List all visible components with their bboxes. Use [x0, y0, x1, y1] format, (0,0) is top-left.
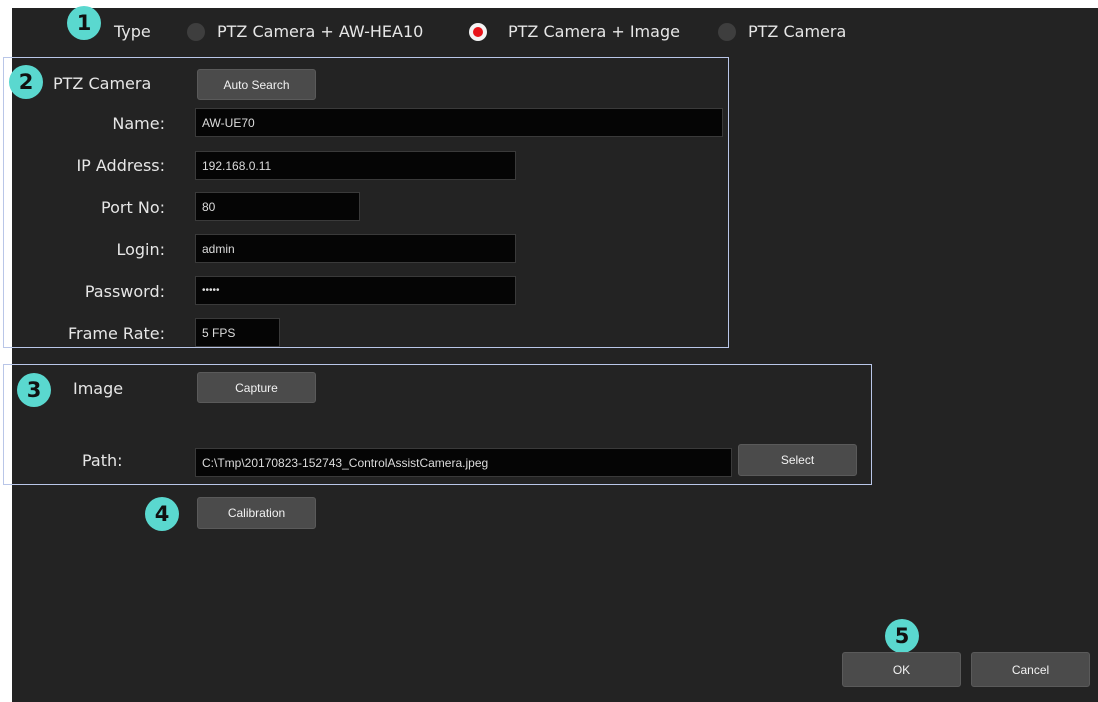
ok-button[interactable]: OK: [842, 652, 961, 687]
auto-search-button[interactable]: Auto Search: [197, 69, 316, 100]
name-field[interactable]: AW-UE70: [195, 108, 723, 137]
frame-rate-label: Frame Rate:: [67, 324, 165, 343]
radio-ptz-camera[interactable]: [718, 23, 736, 41]
password-label: Password:: [84, 282, 165, 301]
port-field[interactable]: 80: [195, 192, 360, 221]
calibration-button[interactable]: Calibration: [197, 497, 316, 529]
path-label: Path:: [82, 451, 123, 470]
callout-badge-2: 2: [9, 65, 43, 99]
callout-badge-4: 4: [145, 497, 179, 531]
login-label: Login:: [116, 240, 165, 259]
path-field[interactable]: C:\Tmp\20170823-152743_ControlAssistCame…: [195, 448, 732, 477]
login-field[interactable]: admin: [195, 234, 516, 263]
password-field[interactable]: •••••: [195, 276, 516, 305]
ip-address-label: IP Address:: [76, 156, 165, 175]
radio-label-ptz-aw-hea10[interactable]: PTZ Camera + AW-HEA10: [217, 22, 423, 41]
callout-badge-3: 3: [17, 373, 51, 407]
cancel-button[interactable]: Cancel: [971, 652, 1090, 687]
capture-button[interactable]: Capture: [197, 372, 316, 403]
name-label: Name:: [112, 114, 165, 133]
port-label: Port No:: [101, 198, 165, 217]
ip-address-field[interactable]: 192.168.0.11: [195, 151, 516, 180]
ptz-camera-section-label: PTZ Camera: [53, 74, 152, 93]
radio-label-ptz-image[interactable]: PTZ Camera + Image: [508, 22, 680, 41]
radio-ptz-aw-hea10[interactable]: [187, 23, 205, 41]
type-label: Type: [114, 22, 151, 41]
radio-ptz-image[interactable]: [469, 23, 487, 41]
frame-rate-field[interactable]: 5 FPS: [195, 318, 280, 347]
callout-badge-5: 5: [885, 619, 919, 653]
callout-badge-1: 1: [67, 6, 101, 40]
select-button[interactable]: Select: [738, 444, 857, 476]
image-section-label: Image: [73, 379, 124, 398]
radio-label-ptz-camera[interactable]: PTZ Camera: [748, 22, 846, 41]
